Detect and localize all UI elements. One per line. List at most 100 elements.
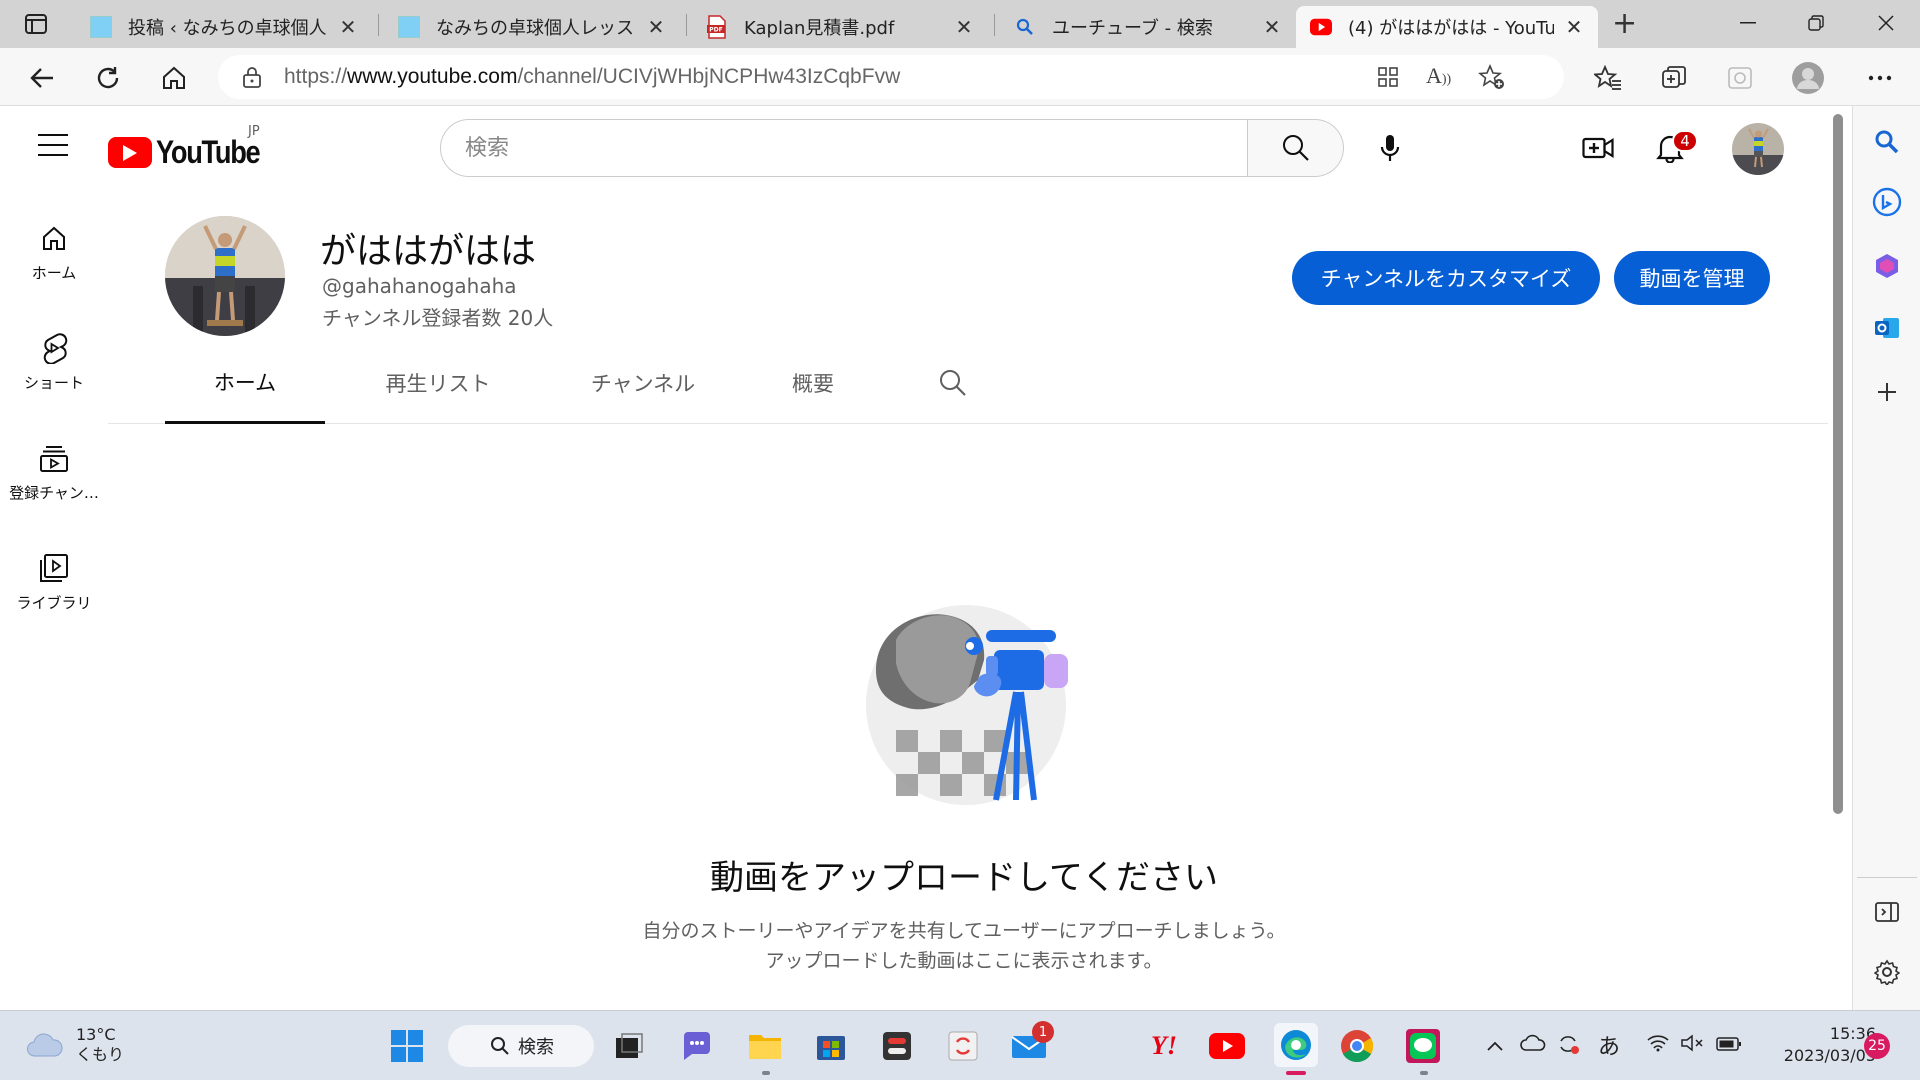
hide-sidebar-icon[interactable] [1871,896,1903,928]
guide-menu-button[interactable] [38,134,68,156]
manage-videos-button[interactable]: 動画を管理 [1614,251,1770,305]
wifi-icon[interactable] [1646,1033,1670,1058]
onedrive-icon[interactable] [1520,1033,1546,1058]
sync-app-icon[interactable] [944,1027,982,1065]
profile-button[interactable] [1790,60,1826,96]
add-favorite-icon[interactable] [1477,63,1506,95]
apps-icon[interactable] [1376,65,1400,93]
favorites-button[interactable] [1590,60,1626,96]
search-box[interactable] [440,119,1248,177]
close-tab-icon[interactable]: ✕ [1564,15,1584,39]
guide-item-home[interactable]: ホーム [0,222,108,312]
tab-actions-icon [25,14,47,34]
subscriber-count: チャンネル登録者数 20人 [322,306,554,330]
new-tab-button[interactable]: + [1612,9,1637,39]
channel-avatar[interactable] [165,216,285,336]
read-aloud-icon[interactable]: A)) [1426,63,1451,89]
task-view-icon[interactable] [610,1027,648,1065]
home-icon [38,222,70,254]
shorts-icon [38,332,70,364]
app-switch-icon[interactable] [878,1027,916,1065]
browser-tab-1[interactable]: 投稿 ‹ なみちの卓球個人レッ ✕ [76,6,372,48]
tab-home[interactable]: ホーム [165,342,325,424]
browser-tab-4[interactable]: ユーチューブ - 検索 ✕ [1000,6,1296,48]
guide-label: ショート [23,374,84,392]
create-button[interactable] [1574,124,1622,172]
edge-browser-icon[interactable] [1274,1023,1318,1067]
minimize-button[interactable] [1728,8,1768,38]
reload-button[interactable] [90,60,126,96]
collections-icon [1662,66,1686,88]
channel-search-button[interactable] [918,342,988,424]
empty-state-line2: アップロードした動画はここに表示されます。 [765,950,1163,972]
tab-separator [378,14,379,36]
microsoft-store-icon[interactable] [812,1027,850,1065]
taskbar-search[interactable]: 検索 [448,1025,594,1067]
file-explorer-icon[interactable] [746,1027,784,1065]
line-app-icon[interactable] [1404,1027,1442,1065]
bing-chat-icon[interactable] [1871,186,1903,218]
channel-name: がははがはは [320,231,537,272]
page-scrollbar[interactable] [1833,114,1843,814]
search-input[interactable] [465,135,1065,161]
tab-playlists[interactable]: 再生リスト [353,342,523,424]
browser-tab-3[interactable]: PDF Kaplan見積書.pdf ✕ [692,6,988,48]
ime-indicator[interactable]: あ [1598,1029,1620,1061]
browser-tab-5-active[interactable]: (4) がははがはは - YouTube ✕ [1296,6,1598,48]
chrome-icon[interactable] [1338,1027,1376,1065]
close-tab-icon[interactable]: ✕ [954,15,974,39]
start-button[interactable] [388,1027,426,1065]
guide-item-shorts[interactable]: ショート [0,332,108,422]
restore-icon [1808,15,1824,31]
guide-item-subscriptions[interactable]: 登録チャン… [0,442,108,532]
notification-center-badge[interactable]: 25 [1864,1033,1890,1059]
sidebar-search-icon[interactable] [1871,126,1903,158]
teams-chat-icon[interactable] [678,1027,716,1065]
windows-logo-icon [391,1030,423,1062]
close-window-button[interactable] [1866,8,1906,38]
add-sidebar-app-icon[interactable] [1871,376,1903,408]
search-button[interactable] [1248,119,1344,177]
voice-search-button[interactable] [1366,124,1414,172]
office-icon[interactable] [1871,250,1903,282]
tab-channels[interactable]: チャンネル [553,342,733,424]
system-clock[interactable]: 15:36 2023/03/05 [1760,1023,1876,1067]
guide-item-library[interactable]: ライブラリ [0,552,108,642]
url-text: https://www.youtube.com/channel/UCIVjWHb… [284,65,900,89]
yahoo-icon[interactable]: Y! [1142,1027,1186,1065]
settings-menu-button[interactable] [1862,60,1898,96]
pdf-icon: PDF [706,15,728,39]
customize-channel-button[interactable]: チャンネルをカスタマイズ [1292,251,1600,305]
extension-button[interactable] [1722,60,1758,96]
clock-time: 15:36 [1829,1024,1876,1043]
collections-button[interactable] [1656,60,1692,96]
extension-icon [1728,67,1752,89]
youtube-logo[interactable]: YouTube [108,134,278,171]
tab-separator [994,14,995,36]
home-button[interactable] [156,60,192,96]
address-bar[interactable]: https://www.youtube.com/channel/UCIVjWHb… [218,55,1564,99]
youtube-app-icon[interactable] [1208,1027,1246,1065]
weather-widget[interactable]: 13°C くもり [26,1025,124,1065]
empty-state-line1: 自分のストーリーやアイデアを共有してユーザーにアプローチしましょう。 [642,920,1286,942]
tab-about[interactable]: 概要 [758,342,868,424]
browser-tab-2[interactable]: なみちの卓球個人レッスン - ラ ✕ [384,6,680,48]
running-indicator [762,1071,770,1075]
close-tab-icon[interactable]: ✕ [1262,15,1282,39]
volume-muted-icon[interactable] [1680,1033,1704,1058]
region-code: JP [248,124,260,139]
restore-button[interactable] [1796,8,1836,38]
close-tab-icon[interactable]: ✕ [338,15,358,39]
url-scheme: https:// [284,65,348,88]
account-avatar[interactable] [1732,123,1784,175]
back-button[interactable] [24,60,60,96]
sidebar-settings-icon[interactable] [1871,956,1903,988]
sync-status-icon[interactable] [1556,1033,1580,1061]
outlook-icon[interactable] [1871,312,1903,344]
weather-description: くもり [76,1045,125,1064]
battery-icon[interactable] [1716,1033,1742,1058]
tab-actions-button[interactable] [12,9,60,39]
show-hidden-icons[interactable] [1486,1033,1504,1058]
tab-label: ユーチューブ - 検索 [1052,18,1213,39]
close-tab-icon[interactable]: ✕ [646,15,666,39]
